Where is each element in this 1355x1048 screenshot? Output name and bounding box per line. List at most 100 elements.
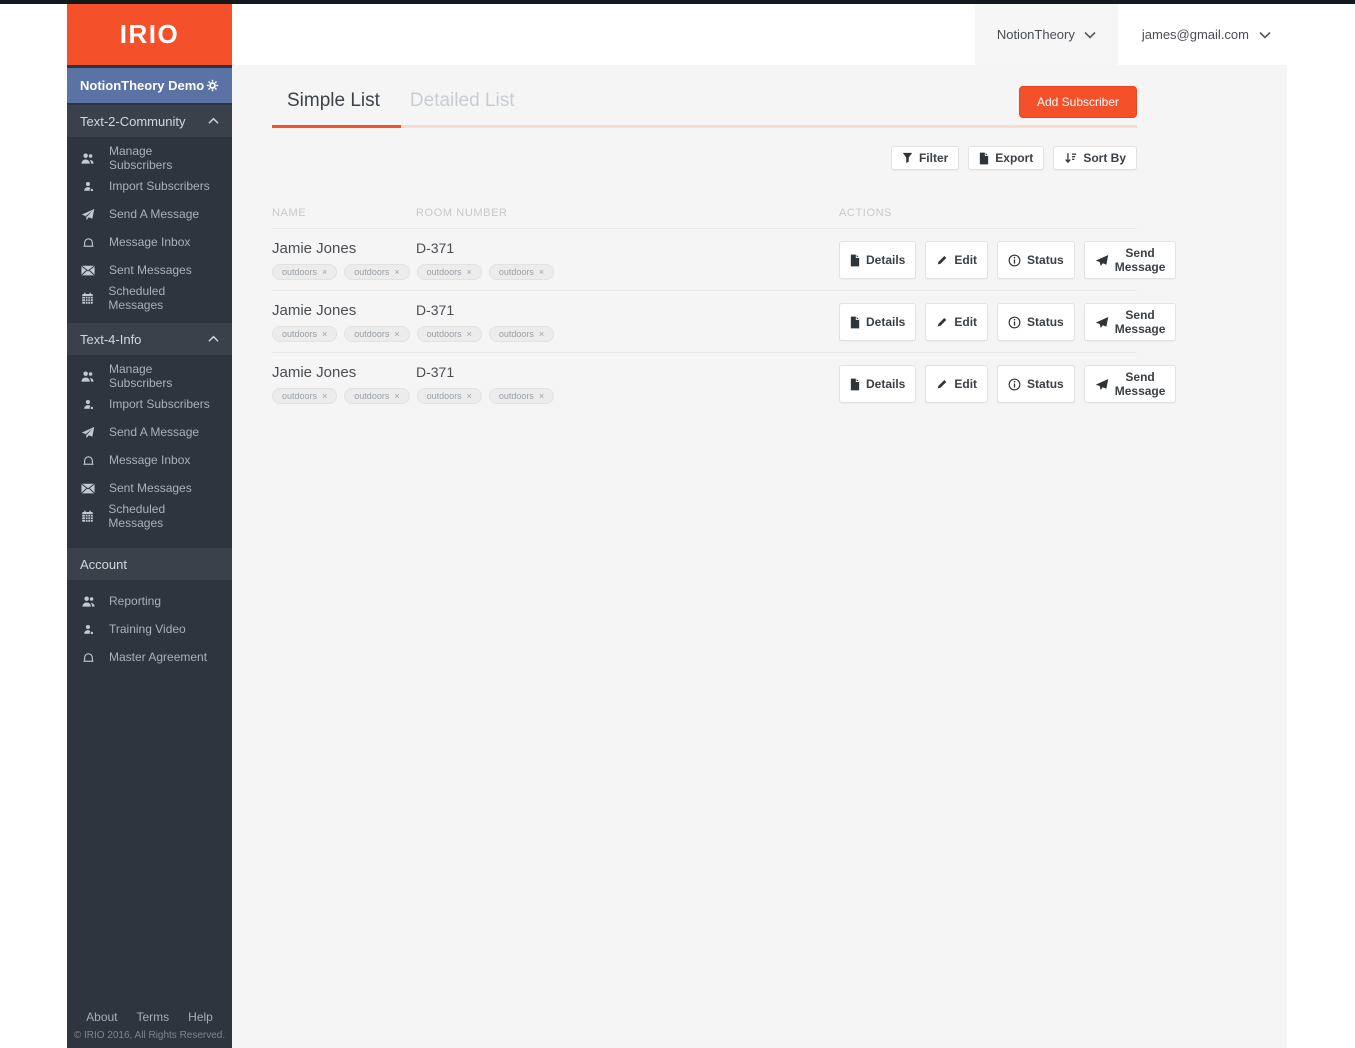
tag-label: outdoors [426, 391, 462, 401]
sidebar-section-text-2-community[interactable]: Text-2-Community [67, 105, 232, 137]
tag-label: outdoors [282, 267, 318, 277]
remove-tag-icon[interactable]: × [322, 267, 327, 277]
sidebar-item-manage-subscribers[interactable]: Manage Subscribers [67, 144, 232, 172]
sidebar-item-import-subscribers[interactable]: Import Subscribers [67, 172, 232, 200]
remove-tag-icon[interactable]: × [467, 329, 472, 339]
send-message-button-label: Send Message [1114, 246, 1166, 274]
remove-tag-icon[interactable]: × [539, 267, 544, 277]
remove-tag-icon[interactable]: × [394, 329, 399, 339]
details-button-label: Details [866, 315, 906, 329]
details-button[interactable]: Details [839, 241, 917, 279]
gear-icon[interactable] [206, 79, 219, 92]
paper-plane-icon [1095, 254, 1109, 267]
filter-button[interactable]: Filter [890, 146, 960, 170]
edit-button[interactable]: Edit [925, 303, 989, 341]
send-message-button[interactable]: Send Message [1083, 365, 1177, 403]
status-button[interactable]: Status [997, 365, 1075, 403]
app-window: IRIO NotionTheory Demo Text-2-Community … [67, 4, 1287, 1048]
status-button[interactable]: Status [997, 241, 1075, 279]
details-button[interactable]: Details [839, 365, 917, 403]
account-dropdown-label: james@gmail.com [1141, 27, 1249, 42]
tab-detailed-list[interactable]: Detailed List [395, 88, 530, 125]
document-icon [850, 316, 860, 329]
sidebar-item-reporting[interactable]: Reporting [67, 587, 232, 615]
org-dropdown[interactable]: NotionTheory [974, 4, 1118, 65]
sidebar-item-sent-messages[interactable]: Sent Messages [67, 474, 232, 502]
remove-tag-icon[interactable]: × [467, 267, 472, 277]
paper-plane-icon [80, 426, 96, 439]
send-message-button-label: Send Message [1114, 370, 1166, 398]
irio-logo[interactable]: IRIO [67, 4, 232, 65]
tab-underline [272, 125, 1137, 128]
user-plus-icon [80, 623, 96, 636]
status-button-label: Status [1027, 377, 1064, 391]
status-button-label: Status [1027, 253, 1064, 267]
tag-pill: outdoors × [488, 264, 555, 280]
envelope-icon [80, 265, 96, 276]
send-message-button[interactable]: Send Message [1083, 241, 1177, 279]
chevron-down-icon [1259, 31, 1271, 39]
tab-simple-list[interactable]: Simple List [272, 88, 395, 125]
sort-by-button[interactable]: Sort By [1053, 146, 1137, 170]
sidebar-item-training-video[interactable]: Training Video [67, 615, 232, 643]
details-button[interactable]: Details [839, 303, 917, 341]
remove-tag-icon[interactable]: × [467, 391, 472, 401]
pencil-icon [936, 254, 948, 266]
sidebar-item-scheduled-messages[interactable]: Scheduled Messages [67, 502, 232, 530]
org-dropdown-label: NotionTheory [996, 27, 1075, 42]
edit-button[interactable]: Edit [925, 241, 989, 279]
workspace-label: NotionTheory Demo [80, 78, 205, 93]
sidebar-item-send-a-message[interactable]: Send A Message [67, 200, 232, 228]
sidebar-item-scheduled-messages[interactable]: Scheduled Messages [67, 284, 232, 312]
sidebar-item-manage-subscribers[interactable]: Manage Subscribers [67, 362, 232, 390]
remove-tag-icon[interactable]: × [322, 391, 327, 401]
section-label: Text-2-Community [80, 113, 186, 129]
edit-button-label: Edit [954, 377, 978, 391]
export-file-icon [979, 152, 989, 165]
export-button[interactable]: Export [968, 146, 1045, 170]
inbox-icon [80, 454, 96, 467]
sidebar-item-send-a-message[interactable]: Send A Message [67, 418, 232, 446]
footer-link-terms[interactable]: Terms [137, 1010, 170, 1024]
sidebar-item-label: Master Agreement [109, 650, 208, 664]
column-header-room-number: ROOM NUMBER [416, 207, 508, 219]
tag-pill: outdoors × [344, 388, 410, 404]
edit-button[interactable]: Edit [925, 365, 989, 403]
tag-label: outdoors [354, 391, 390, 401]
sidebar-item-message-inbox[interactable]: Message Inbox [67, 446, 232, 474]
tag-pill: outdoors × [416, 326, 482, 342]
details-button-label: Details [866, 377, 906, 391]
remove-tag-icon[interactable]: × [394, 391, 399, 401]
remove-tag-icon[interactable]: × [539, 391, 544, 401]
add-subscriber-button[interactable]: Add Subscriber [1018, 86, 1137, 118]
chevron-up-icon[interactable] [208, 335, 219, 343]
send-message-button[interactable]: Send Message [1083, 303, 1177, 341]
subscriber-name: Jamie Jones [272, 302, 357, 319]
info-circle-icon [1008, 254, 1021, 267]
sidebar-section-text-4-info[interactable]: Text-4-Info [67, 323, 232, 355]
subscriber-name: Jamie Jones [272, 240, 357, 257]
document-icon [850, 254, 860, 267]
account-dropdown[interactable]: james@gmail.com [1118, 4, 1287, 65]
sidebar-item-import-subscribers[interactable]: Import Subscribers [67, 390, 232, 418]
sidebar-item-master-agreement[interactable]: Master Agreement [67, 643, 232, 671]
workspace-selector[interactable]: NotionTheory Demo [67, 68, 232, 103]
remove-tag-icon[interactable]: × [394, 267, 399, 277]
remove-tag-icon[interactable]: × [539, 329, 544, 339]
row-actions: Details Edit Status Send Message [839, 241, 1177, 279]
calendar-icon [80, 292, 95, 305]
sidebar-item-message-inbox[interactable]: Message Inbox [67, 228, 232, 256]
chevron-up-icon[interactable] [208, 117, 219, 125]
footer-link-help[interactable]: Help [188, 1010, 213, 1024]
tag-pill: outdoors × [488, 326, 555, 342]
users-icon [80, 370, 96, 383]
list-toolbar: Filter Export Sort By [272, 146, 1137, 170]
sidebar-nav-group: Manage Subscribers Import Subscribers Se… [67, 355, 232, 539]
tag-pill: outdoors × [272, 326, 338, 342]
sidebar-item-sent-messages[interactable]: Sent Messages [67, 256, 232, 284]
status-button[interactable]: Status [997, 303, 1075, 341]
footer-link-about[interactable]: About [86, 1010, 117, 1024]
remove-tag-icon[interactable]: × [322, 329, 327, 339]
filter-icon [902, 152, 913, 164]
tag-pill: outdoors × [344, 326, 410, 342]
